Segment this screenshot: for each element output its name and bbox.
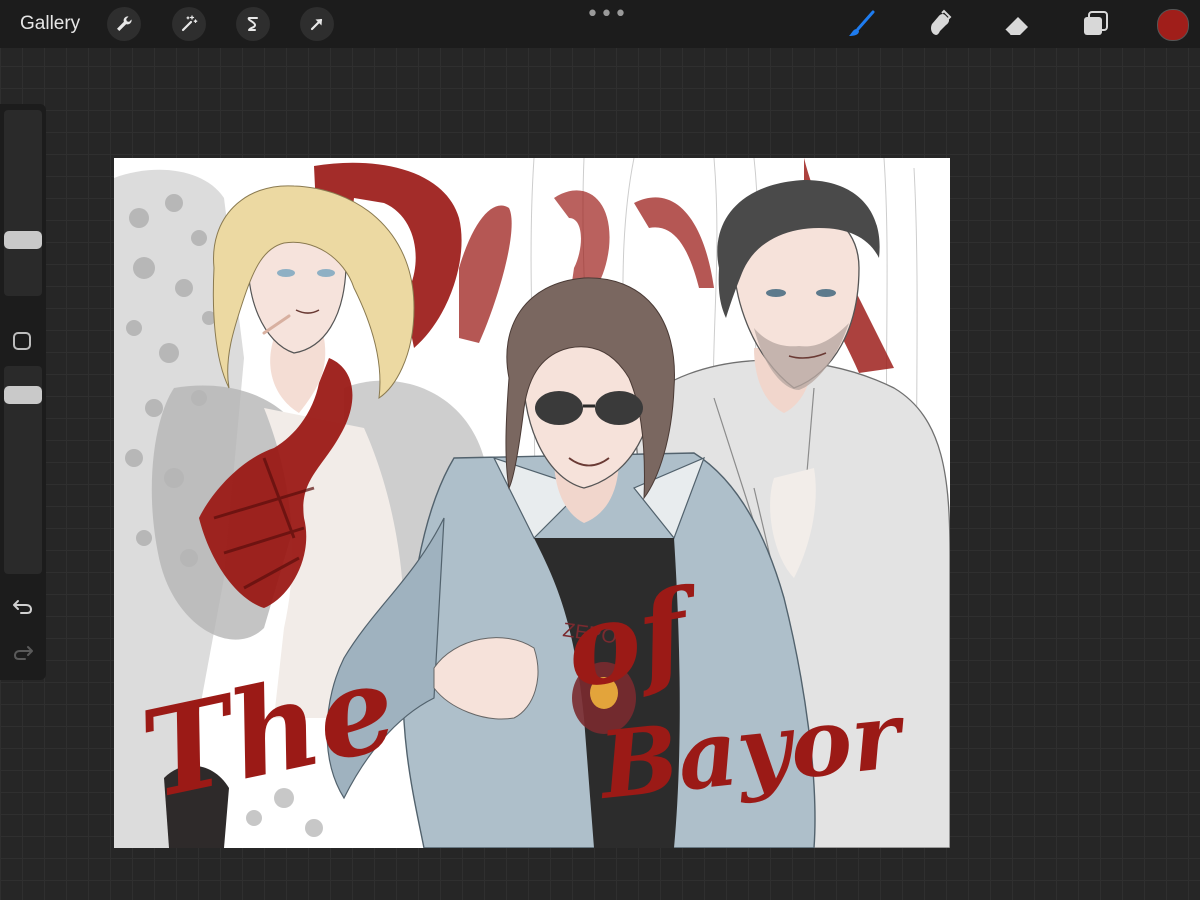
top-toolbar: Gallery ••• — [0, 0, 1200, 48]
drawing-canvas[interactable]: ZEPO The of Bayor — [114, 158, 950, 848]
magic-wand-icon — [181, 15, 198, 32]
brush-size-handle[interactable] — [4, 230, 42, 249]
artwork: ZEPO The of Bayor — [114, 158, 950, 848]
layers-button[interactable] — [1080, 8, 1112, 40]
undo-button[interactable] — [10, 594, 36, 618]
left-sidebar — [0, 104, 46, 680]
selection-icon — [247, 17, 258, 31]
adjustments-button[interactable] — [172, 7, 206, 41]
eraser-tool-button[interactable] — [1001, 8, 1033, 40]
arrow-cursor-icon — [310, 18, 323, 31]
color-picker-swatch[interactable] — [1157, 9, 1189, 41]
undo-arrow-icon — [13, 600, 33, 614]
transform-button[interactable] — [300, 7, 334, 41]
eraser-icon — [1004, 17, 1028, 36]
gallery-button[interactable]: Gallery — [20, 13, 80, 35]
redo-button[interactable] — [10, 640, 36, 664]
layers-icon — [1084, 11, 1108, 35]
opacity-handle[interactable] — [4, 386, 42, 404]
smudge-icon — [931, 9, 952, 35]
brush-icon — [849, 10, 875, 36]
actions-button[interactable] — [107, 7, 141, 41]
modify-button[interactable] — [13, 332, 31, 350]
selection-button[interactable] — [236, 7, 270, 41]
wrench-icon — [117, 16, 132, 31]
brush-tool-button[interactable] — [846, 8, 878, 40]
brush-size-slider[interactable] — [4, 110, 42, 296]
smudge-tool-button[interactable] — [924, 8, 956, 40]
redo-arrow-icon — [13, 646, 33, 660]
more-options-button[interactable]: ••• — [586, 2, 628, 27]
